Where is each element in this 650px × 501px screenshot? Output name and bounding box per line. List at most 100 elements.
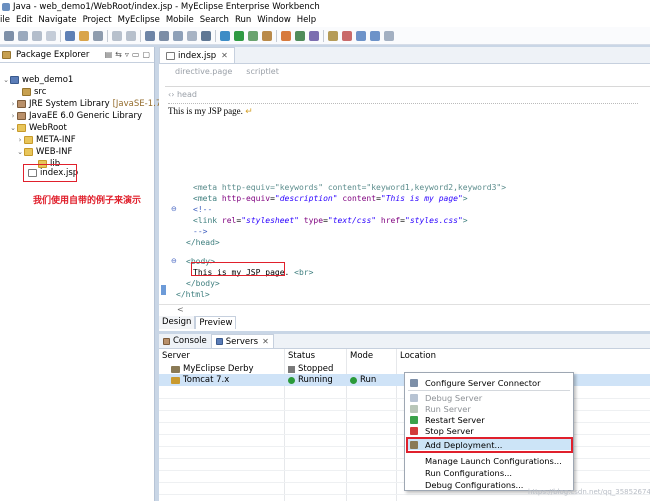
link-editor-icon[interactable]: ⇆ — [115, 50, 122, 59]
highlight-box-body-text — [191, 262, 285, 276]
tab-servers[interactable]: Servers ✕ — [210, 334, 274, 348]
new-server-icon[interactable] — [159, 30, 169, 41]
menu-item-stop-server[interactable]: Stop Server — [406, 425, 572, 436]
close-icon[interactable]: ✕ — [221, 51, 228, 60]
run-icon[interactable] — [234, 30, 244, 41]
tree-item-jre-library[interactable]: › JRE System Library [JavaSE-1.7] — [9, 98, 165, 110]
menu-mobile[interactable]: Mobile — [163, 15, 197, 25]
collapsed-arrow-icon[interactable]: › — [16, 136, 24, 144]
tab-console[interactable]: Console — [159, 334, 211, 348]
menu-search[interactable]: Search — [197, 15, 232, 25]
folder-icon — [17, 124, 26, 132]
print-icon[interactable] — [46, 30, 56, 41]
menu-project[interactable]: Project — [80, 15, 115, 25]
new-package-icon[interactable] — [281, 30, 291, 41]
menu-file[interactable]: ile — [0, 15, 13, 25]
open-resource-icon[interactable] — [79, 30, 89, 41]
pin-icon[interactable] — [384, 30, 394, 41]
browser-icon[interactable] — [187, 30, 197, 41]
collapse-all-icon[interactable]: ▤ — [105, 50, 113, 59]
redo-icon[interactable] — [126, 30, 136, 41]
new-web-project-icon[interactable] — [145, 30, 155, 41]
preview-body[interactable]: This is my JSP page. ↵ — [168, 103, 638, 117]
new-icon[interactable] — [4, 30, 14, 41]
expanded-arrow-icon[interactable]: ⌄ — [9, 124, 17, 132]
code-token: type — [298, 216, 324, 225]
tree-item-src[interactable]: src — [14, 86, 46, 98]
source-folder-icon — [22, 88, 31, 96]
collapsed-arrow-icon[interactable]: › — [9, 112, 17, 120]
server-name: Tomcat 7.x — [171, 375, 229, 385]
tab-preview[interactable]: Preview — [195, 316, 237, 329]
run-profile-icon[interactable] — [248, 30, 258, 41]
tomcat-icon — [171, 376, 180, 384]
menu-item-configure-server-connector[interactable]: Configure Server Connector — [406, 377, 572, 388]
column-header-server[interactable]: Server — [162, 351, 190, 361]
tree-item-web-demo1[interactable]: ⌄ web_demo1 — [2, 74, 73, 86]
forward-icon[interactable] — [370, 30, 380, 41]
menu-myeclipse[interactable]: MyEclipse — [115, 15, 163, 25]
minimize-icon[interactable]: ▭ — [132, 50, 140, 59]
expanded-arrow-icon[interactable]: ⌄ — [2, 76, 10, 84]
source-code-pane[interactable]: <meta http-equiv="keywords" content="key… — [159, 183, 650, 303]
menu-window[interactable]: Window — [254, 15, 294, 25]
menu-item-run-server[interactable]: Run Server — [406, 403, 572, 414]
servers-tab-strip: Console Servers ✕ — [159, 334, 650, 349]
code-line: </body> — [186, 279, 220, 288]
menu-item-run-configurations[interactable]: Run Configurations... — [406, 467, 572, 478]
column-header-mode[interactable]: Mode — [350, 351, 373, 361]
menu-item-label: Configure Server Connector — [425, 377, 541, 388]
collapsed-arrow-icon[interactable]: › — [9, 100, 17, 108]
tab-design[interactable]: Design — [159, 316, 196, 329]
tree-item-webroot[interactable]: ⌄ WebRoot — [9, 122, 67, 134]
menu-help[interactable]: Help — [294, 15, 319, 25]
new-class-icon[interactable] — [295, 30, 305, 41]
undo-icon[interactable] — [112, 30, 122, 41]
open-type-icon[interactable] — [65, 30, 75, 41]
annotation-icon[interactable] — [342, 30, 352, 41]
menu-navigate[interactable]: Navigate — [35, 15, 79, 25]
expanded-arrow-icon[interactable]: ⌄ — [16, 148, 24, 156]
fold-icon[interactable]: ⊖ — [171, 257, 177, 265]
editor-tab-index-jsp[interactable]: index.jsp ✕ — [159, 47, 235, 63]
scroll-left-icon[interactable]: < — [177, 305, 184, 314]
search-icon[interactable] — [93, 30, 103, 41]
column-header-status[interactable]: Status — [288, 351, 315, 361]
deploy-icon[interactable] — [173, 30, 183, 41]
open-folder-icon[interactable] — [328, 30, 338, 41]
code-line: <!-- — [193, 205, 213, 214]
palette-item-scriptlet[interactable]: scriptlet — [246, 67, 279, 76]
server-status: Stopped — [288, 364, 333, 374]
code-line: </html> — [176, 290, 210, 299]
horizontal-scrollbar[interactable]: < — [159, 304, 650, 315]
maximize-icon[interactable]: ▢ — [142, 50, 150, 59]
head-tag-marker: ‹› head — [168, 90, 197, 99]
save-icon[interactable] — [18, 30, 28, 41]
palette-item-directive-page[interactable]: directive.page — [175, 67, 232, 76]
menu-run[interactable]: Run — [232, 15, 254, 25]
menu-item-debug-server[interactable]: Debug Server — [406, 392, 572, 403]
tree-item-meta-inf[interactable]: › META-INF — [16, 134, 76, 146]
menu-edit[interactable]: Edit — [13, 15, 35, 25]
new-interface-icon[interactable] — [309, 30, 319, 41]
menu-item-restart-server[interactable]: Restart Server — [406, 414, 572, 425]
fold-icon[interactable]: ⊖ — [171, 205, 177, 213]
view-menu-icon[interactable]: ▿ — [125, 50, 129, 59]
package-explorer-tab[interactable]: Package Explorer ▤ ⇆ ▿ ▭ ▢ — [0, 47, 154, 63]
console-icon — [163, 337, 170, 345]
tree-item-label: web_demo1 — [22, 75, 74, 85]
external-tools-icon[interactable] — [262, 30, 272, 41]
servers-icon — [215, 338, 223, 345]
close-icon[interactable]: ✕ — [262, 337, 269, 346]
back-icon[interactable] — [356, 30, 366, 41]
save-all-icon[interactable] — [32, 30, 42, 41]
menu-item-manage-launch-configurations[interactable]: Manage Launch Configurations... — [406, 455, 572, 466]
column-header-location[interactable]: Location — [400, 351, 436, 361]
package-explorer-icon — [2, 50, 11, 59]
server-status: Running — [288, 375, 333, 385]
tree-item-web-inf[interactable]: ⌄ WEB-INF — [16, 146, 72, 158]
db-icon[interactable] — [201, 30, 211, 41]
debug-icon[interactable] — [220, 30, 230, 41]
tree-item-javaee-library[interactable]: › JavaEE 6.0 Generic Library — [9, 110, 142, 122]
menu-item-label: Restart Server — [425, 414, 485, 425]
